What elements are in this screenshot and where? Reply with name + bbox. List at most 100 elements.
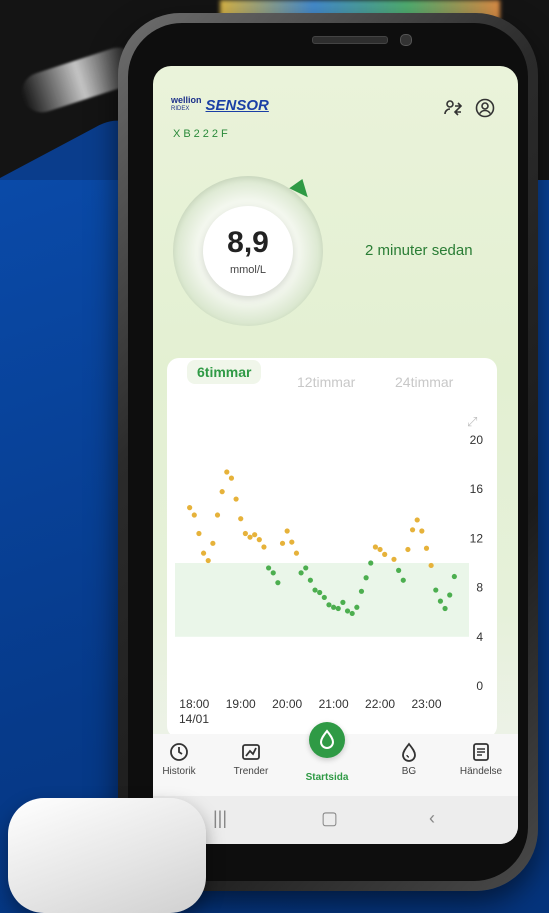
glucose-point-in-range xyxy=(321,594,327,601)
glucose-point-high xyxy=(382,551,388,557)
glucose-point-high xyxy=(391,556,397,562)
trend-arrow-icon xyxy=(289,179,313,203)
glucose-point-high xyxy=(233,496,239,502)
glucose-point-high xyxy=(191,512,197,518)
home-icon[interactable]: ▢ xyxy=(321,808,338,829)
document-icon xyxy=(473,743,489,761)
glucose-point-in-range xyxy=(340,599,346,605)
glucose-point-high xyxy=(247,534,253,540)
glucose-point-in-range xyxy=(437,598,444,604)
nav-historik-label: Historik xyxy=(162,766,196,777)
glucose-point-in-range xyxy=(447,592,453,598)
last-reading-time: 2 minuter sedan xyxy=(365,242,473,259)
glucose-point-in-range xyxy=(363,575,369,581)
people-switch-icon[interactable] xyxy=(443,98,463,118)
glucose-gauge: 8,9 mmol/L xyxy=(173,176,323,326)
glucose-point-in-range xyxy=(442,605,448,612)
glucose-point-high xyxy=(242,530,248,537)
x-tick-label: 20:00 xyxy=(272,697,302,711)
gauge-center: 8,9 mmol/L xyxy=(203,206,293,296)
nav-startsida-button[interactable] xyxy=(309,722,345,758)
glucose-point-high xyxy=(210,540,216,546)
phone-speaker xyxy=(312,36,388,44)
glucose-point-high xyxy=(409,527,416,533)
trend-chart-icon xyxy=(242,744,260,760)
brand-logo: wellion RIDEX SENSOR xyxy=(171,96,269,115)
glucose-point-high xyxy=(293,550,300,556)
back-icon[interactable]: ‹ xyxy=(429,808,435,829)
bottom-nav: Historik Trender Startsida BG Händelse xyxy=(153,722,518,796)
x-tick-label: 21:00 xyxy=(319,697,349,711)
glucose-unit: mmol/L xyxy=(229,264,267,276)
glucose-point-high xyxy=(219,489,225,495)
blood-drop-icon xyxy=(402,742,416,762)
nav-historik[interactable]: Historik xyxy=(153,742,209,777)
glucose-point-high xyxy=(423,545,430,551)
glucose-point-in-range xyxy=(312,587,318,593)
glucose-point-in-range xyxy=(331,604,337,610)
nav-startsida-label[interactable]: Startsida xyxy=(293,772,361,783)
x-tick-label: 19:00 xyxy=(226,697,256,711)
glucose-point-in-range xyxy=(451,573,457,580)
clock-icon xyxy=(170,743,188,761)
tab-6h[interactable]: 6timmar xyxy=(187,360,262,384)
glucose-point-high xyxy=(289,539,295,545)
glucose-point-high xyxy=(196,530,202,537)
glucose-point-in-range xyxy=(270,570,276,576)
nav-bg-label: BG xyxy=(401,766,417,777)
glucose-point-high xyxy=(224,469,230,475)
x-tick-label: 23:00 xyxy=(411,697,441,711)
x-tick-label: 18:00 xyxy=(179,697,209,711)
glucose-point-high xyxy=(284,528,290,534)
brand-name: SENSOR xyxy=(205,97,269,114)
y-tick-label: 8 xyxy=(476,581,483,595)
glucose-point-high xyxy=(252,532,258,538)
glucose-point-high xyxy=(377,546,383,553)
glucose-point-in-range xyxy=(275,580,281,586)
glucose-point-high xyxy=(372,544,379,550)
tab-12h[interactable]: 12timmar xyxy=(297,374,355,390)
glucose-point-high xyxy=(405,546,411,553)
brand-sub: RIDEX xyxy=(171,106,190,112)
glucose-point-high xyxy=(238,516,244,522)
glucose-point-in-range xyxy=(326,602,332,608)
glucose-point-high xyxy=(279,540,286,546)
x-tick-label: 22:00 xyxy=(365,697,395,711)
glucose-point-in-range xyxy=(317,589,323,596)
glucose-point-high xyxy=(187,505,193,511)
glucose-point-high xyxy=(428,562,434,569)
glucose-point-high xyxy=(214,512,221,518)
glucose-point-in-range xyxy=(354,604,360,610)
cgm-sensor-device xyxy=(8,798,206,913)
phone-camera xyxy=(400,34,412,46)
glucose-point-high xyxy=(228,475,235,481)
y-tick-label: 20 xyxy=(470,433,484,447)
glucose-value: 8,9 xyxy=(227,226,269,259)
y-tick-label: 16 xyxy=(470,482,484,496)
glucose-point-high xyxy=(419,528,425,534)
glucose-point-high xyxy=(261,544,267,550)
nav-handelse-label: Händelse xyxy=(459,766,503,777)
glucose-point-high xyxy=(256,537,262,543)
glucose-point-in-range xyxy=(265,565,272,571)
tab-24h[interactable]: 24timmar xyxy=(395,374,453,390)
nav-bg[interactable]: BG xyxy=(379,742,439,777)
nav-trender-label: Trender xyxy=(233,766,269,777)
recent-apps-icon[interactable]: ||| xyxy=(213,808,227,829)
brand-mark: wellion RIDEX xyxy=(171,96,202,114)
glucose-point-in-range xyxy=(349,610,355,617)
glucose-point-in-range xyxy=(335,605,341,612)
glucose-point-in-range xyxy=(368,560,374,566)
glucose-point-in-range xyxy=(400,577,406,583)
chart-date: 14/01 xyxy=(179,712,210,726)
nav-handelse[interactable]: Händelse xyxy=(451,742,511,777)
home-drop-icon xyxy=(319,729,335,749)
glucose-point-in-range xyxy=(344,608,351,614)
profile-icon[interactable] xyxy=(475,98,495,118)
glucose-point-in-range xyxy=(396,567,402,573)
glucose-point-in-range xyxy=(303,565,309,571)
nav-trender[interactable]: Trender xyxy=(221,742,281,777)
y-tick-label: 4 xyxy=(476,630,483,644)
brand-prefix: wellion xyxy=(171,95,202,105)
y-tick-label: 0 xyxy=(476,679,483,693)
